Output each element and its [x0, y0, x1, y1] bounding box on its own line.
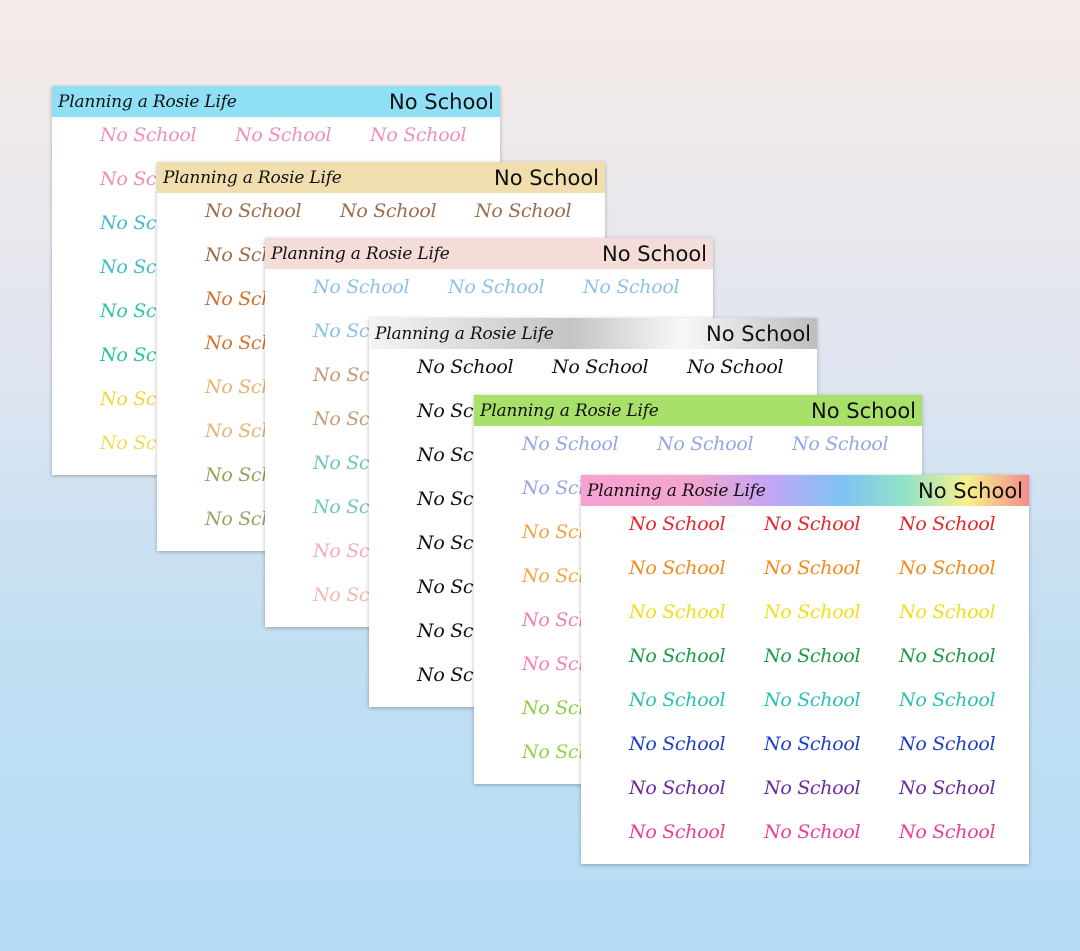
sticker-no-school: No School: [687, 356, 784, 378]
sheet-header: Planning a Rosie Life No School: [369, 318, 817, 349]
sticker-no-school: No School: [629, 645, 726, 667]
sticker-no-school: No School: [629, 689, 726, 711]
sheet-title: No School: [494, 165, 599, 190]
sheet-title: No School: [918, 478, 1023, 503]
sticker-no-school: No School: [583, 276, 680, 298]
sticker-no-school: No School: [235, 124, 332, 146]
sticker-no-school: No School: [340, 200, 437, 222]
sticker-no-school: No School: [899, 601, 996, 623]
sheet-title: No School: [389, 89, 494, 114]
brand-label: Planning a Rosie Life: [587, 480, 766, 501]
sheet-title: No School: [811, 398, 916, 423]
sticker-no-school: No School: [764, 733, 861, 755]
sheet-header: Planning a Rosie Life No School: [265, 238, 713, 269]
sticker-no-school: No School: [313, 276, 410, 298]
sticker-no-school: No School: [764, 557, 861, 579]
sticker-no-school: No School: [899, 689, 996, 711]
sticker-no-school: No School: [899, 513, 996, 535]
sticker-no-school: No School: [370, 124, 467, 146]
sticker-sheet-6: Planning a Rosie Life No School No School N…: [581, 475, 1029, 864]
brand-label: Planning a Rosie Life: [480, 400, 659, 421]
sticker-no-school: No School: [899, 557, 996, 579]
sheet-header: Planning a Rosie Life No School: [157, 162, 605, 193]
sticker-no-school: No School: [764, 821, 861, 843]
sheet-header: Planning a Rosie Life No School: [581, 475, 1029, 506]
brand-label: Planning a Rosie Life: [375, 323, 554, 344]
sticker-no-school: No School: [205, 200, 302, 222]
sticker-no-school: No School: [629, 557, 726, 579]
sticker-no-school: No School: [792, 433, 889, 455]
sheet-title: No School: [706, 321, 811, 346]
sticker-no-school: No School: [899, 733, 996, 755]
sticker-no-school: No School: [475, 200, 572, 222]
sticker-no-school: No School: [899, 821, 996, 843]
sheet-header: Planning a Rosie Life No School: [474, 395, 922, 426]
sticker-no-school: No School: [764, 689, 861, 711]
sticker-no-school: No School: [764, 777, 861, 799]
sticker-no-school: No School: [629, 513, 726, 535]
sticker-no-school: No School: [629, 733, 726, 755]
sticker-no-school: No School: [552, 356, 649, 378]
sticker-no-school: No School: [899, 645, 996, 667]
sticker-no-school: No School: [417, 356, 514, 378]
sheet-title: No School: [602, 241, 707, 266]
sticker-no-school: No School: [100, 124, 197, 146]
sticker-no-school: No School: [764, 513, 861, 535]
sheet-header: Planning a Rosie Life No School: [52, 86, 500, 117]
sticker-no-school: No School: [764, 601, 861, 623]
sticker-no-school: No School: [899, 777, 996, 799]
sticker-no-school: No School: [629, 601, 726, 623]
sticker-no-school: No School: [764, 645, 861, 667]
brand-label: Planning a Rosie Life: [58, 91, 237, 112]
sticker-no-school: No School: [657, 433, 754, 455]
sticker-no-school: No School: [448, 276, 545, 298]
brand-label: Planning a Rosie Life: [163, 167, 342, 188]
sticker-no-school: No School: [629, 777, 726, 799]
sticker-no-school: No School: [629, 821, 726, 843]
sticker-no-school: No School: [522, 433, 619, 455]
brand-label: Planning a Rosie Life: [271, 243, 450, 264]
